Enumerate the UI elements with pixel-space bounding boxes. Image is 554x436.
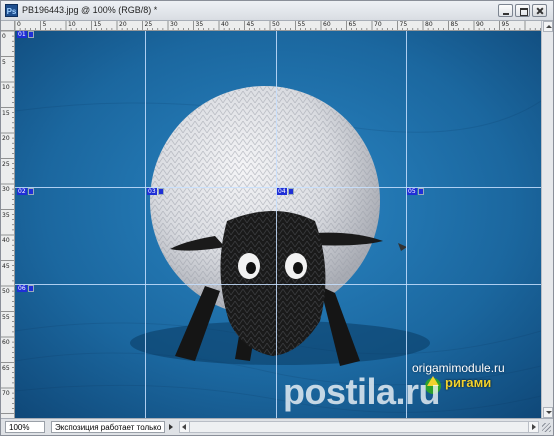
resize-grip-icon[interactable] xyxy=(542,423,551,432)
scroll-down-button[interactable] xyxy=(543,407,553,418)
ruler-label: 65 xyxy=(2,364,10,372)
photoshop-app-icon: Ps xyxy=(5,4,18,17)
ruler-label: 35 xyxy=(2,211,10,219)
ruler-label: 50 xyxy=(272,21,280,28)
photoshop-document-window: Ps PB196443.jpg @ 100% (RGB/8) * 0 5 10 15 2… xyxy=(0,0,554,436)
slice-guide-horizontal[interactable] xyxy=(15,284,541,285)
close-icon xyxy=(533,5,546,16)
slice-number: 06 xyxy=(17,285,27,292)
slice-image-icon xyxy=(157,188,164,195)
ruler-label: 90 xyxy=(476,21,484,28)
ruler-label: 45 xyxy=(246,21,255,28)
slice-number: 03 xyxy=(147,188,157,195)
slice-image-icon xyxy=(27,188,34,195)
ruler-label: 0 xyxy=(17,21,21,28)
ruler-label: 80 xyxy=(425,21,433,28)
ruler-label: 40 xyxy=(2,237,10,244)
ruler-label: 10 xyxy=(68,21,76,28)
ruler-label: 5 xyxy=(42,21,47,28)
ruler-label: 70 xyxy=(2,390,10,397)
ruler-label: 60 xyxy=(323,21,331,28)
ruler-label: 55 xyxy=(2,313,10,321)
ruler-label: 30 xyxy=(2,186,10,193)
slice-marker[interactable]: 05 xyxy=(407,188,424,195)
ruler-label: 40 xyxy=(221,21,229,28)
sheep-photo xyxy=(15,31,541,418)
status-menu-arrow-icon[interactable] xyxy=(167,422,177,432)
slice-image-icon xyxy=(27,285,34,292)
horizontal-scrollbar[interactable] xyxy=(179,421,539,433)
ruler-label: 20 xyxy=(119,21,127,28)
minimize-icon xyxy=(499,5,512,16)
ruler-label: 25 xyxy=(144,21,153,28)
slice-number: 02 xyxy=(17,188,27,195)
ruler-label: 75 xyxy=(399,21,408,28)
ruler-label: 30 xyxy=(170,21,178,28)
slice-image-icon xyxy=(27,31,34,38)
slice-number: 05 xyxy=(407,188,417,195)
ruler-label: 50 xyxy=(2,288,10,295)
title-bar[interactable]: Ps PB196443.jpg @ 100% (RGB/8) * xyxy=(1,1,553,21)
slice-number: 04 xyxy=(277,188,287,195)
ruler-label: 0 xyxy=(2,33,6,40)
slice-number: 01 xyxy=(17,31,27,38)
maximize-icon xyxy=(516,5,529,16)
origami-logo-text: ригами xyxy=(445,375,492,390)
status-bar: 100% Экспозиция работает только в ... xyxy=(1,418,553,435)
slice-guide-vertical[interactable] xyxy=(145,31,146,418)
postila-watermark: postila.ru xyxy=(283,371,441,412)
document-title: PB196443.jpg @ 100% (RGB/8) * xyxy=(22,5,158,15)
ruler-label: 55 xyxy=(297,21,306,28)
slice-guide-vertical[interactable] xyxy=(406,31,407,418)
status-info-text: Экспозиция работает только в ... xyxy=(51,421,165,433)
slice-image-icon xyxy=(287,188,294,195)
ruler-label: 25 xyxy=(2,160,10,168)
ruler-label: 95 xyxy=(501,21,510,28)
document-canvas[interactable]: 01 02 03 04 05 06 postila.ru origamimodule.ru… xyxy=(15,31,541,418)
slice-marker[interactable]: 06 xyxy=(17,285,34,292)
ruler-label: 45 xyxy=(2,262,10,270)
horizontal-ruler[interactable]: 0 5 10 15 20 25 30 35 40 45 50 55 60 65 70 75 80 85 90 95 xyxy=(15,21,541,31)
ruler-label: 5 xyxy=(2,58,6,66)
close-button[interactable] xyxy=(532,4,547,17)
ruler-label: 20 xyxy=(2,135,10,142)
ruler-label: 65 xyxy=(348,21,357,28)
ruler-label: 70 xyxy=(374,21,382,28)
slice-marker[interactable]: 01 xyxy=(17,31,34,38)
vertical-scrollbar[interactable] xyxy=(541,21,553,418)
slice-marker[interactable]: 04 xyxy=(277,188,294,195)
ruler-label: 35 xyxy=(195,21,204,28)
ruler-label: 10 xyxy=(2,84,10,91)
slice-marker[interactable]: 03 xyxy=(147,188,164,195)
slice-guide-vertical[interactable] xyxy=(276,31,277,418)
minimize-button[interactable] xyxy=(498,4,513,17)
slice-image-icon xyxy=(417,188,424,195)
maximize-button[interactable] xyxy=(515,4,530,17)
site-watermark: origamimodule.ru xyxy=(412,361,505,375)
window-controls xyxy=(498,4,547,17)
ruler-label: 15 xyxy=(2,109,10,117)
scroll-up-button[interactable] xyxy=(543,21,553,32)
scroll-left-button[interactable] xyxy=(180,422,190,432)
ruler-label: 60 xyxy=(2,339,10,346)
slice-marker[interactable]: 02 xyxy=(17,188,34,195)
ruler-label: 15 xyxy=(93,21,102,28)
scroll-right-button[interactable] xyxy=(528,422,538,432)
ruler-origin[interactable] xyxy=(1,21,15,31)
zoom-level-field[interactable]: 100% xyxy=(5,421,45,433)
vertical-ruler[interactable]: 0 5 10 15 20 25 30 35 40 45 50 55 60 65 70 xyxy=(1,31,15,418)
ruler-label: 85 xyxy=(450,21,459,28)
